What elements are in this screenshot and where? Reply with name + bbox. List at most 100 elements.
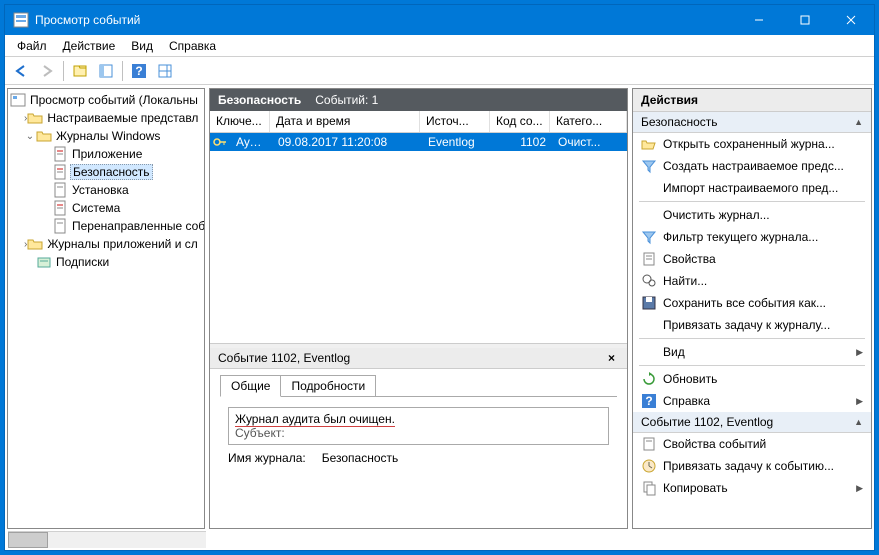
grid-body[interactable]: Ауди... 09.08.2017 11:20:08 Eventlog 110…: [210, 133, 627, 343]
action-import-custom-view[interactable]: Импорт настраиваемого пред...: [633, 177, 871, 199]
col-category[interactable]: Катего...: [550, 111, 627, 132]
action-filter-log[interactable]: Фильтр текущего журнала...: [633, 226, 871, 248]
folder-icon: [27, 236, 43, 252]
search-icon: [641, 273, 657, 289]
content-area: Просмотр событий (Локальны ›Настраиваемы…: [5, 85, 874, 531]
svg-text:?: ?: [135, 64, 142, 78]
separator: [639, 338, 865, 339]
menu-view[interactable]: Вид: [123, 37, 161, 55]
logname-label: Имя журнала:: [228, 451, 306, 465]
grid-header: Ключе... Дата и время Источ... Код со...…: [210, 111, 627, 133]
task-icon: [641, 458, 657, 474]
tab-general[interactable]: Общие: [220, 375, 281, 397]
tree-root[interactable]: Просмотр событий (Локальны: [10, 91, 202, 109]
collapse-icon[interactable]: ▲: [854, 417, 863, 427]
nav-back-button[interactable]: [9, 59, 33, 83]
separator: [639, 201, 865, 202]
center-pane: Безопасность Событий: 1 Ключе... Дата и …: [209, 88, 628, 529]
tab-content: Журнал аудита был очищен. Субъект: Имя ж…: [220, 396, 617, 475]
action-properties[interactable]: Свойства: [633, 248, 871, 270]
detail-header: Событие 1102, Eventlog ×: [210, 348, 627, 369]
action-save-all[interactable]: Сохранить все события как...: [633, 292, 871, 314]
action-view[interactable]: Вид▶: [633, 341, 871, 363]
actions-section-event[interactable]: Событие 1102, Eventlog ▲: [633, 412, 871, 433]
menu-file[interactable]: Файл: [9, 37, 55, 55]
collapse-icon[interactable]: ▲: [854, 117, 863, 127]
tree-subscriptions[interactable]: Подписки: [10, 253, 202, 271]
col-eventid[interactable]: Код со...: [490, 111, 550, 132]
show-tree-button[interactable]: [68, 59, 92, 83]
svg-text:?: ?: [645, 394, 652, 408]
col-keywords[interactable]: Ключе...: [210, 111, 270, 132]
event-list-header: Безопасность Событий: 1: [210, 89, 627, 111]
tree-custom-views[interactable]: ›Настраиваемые представл: [10, 109, 202, 127]
tree-system[interactable]: Система: [10, 199, 202, 217]
log-icon: [52, 200, 68, 216]
log-icon: [52, 182, 68, 198]
eventviewer-icon: [10, 92, 26, 108]
maximize-button[interactable]: [782, 5, 828, 35]
table-row[interactable]: Ауди... 09.08.2017 11:20:08 Eventlog 110…: [210, 133, 627, 151]
tree-security[interactable]: Безопасность: [10, 163, 202, 181]
folder-icon: [36, 128, 52, 144]
actions-title: Действия: [633, 89, 871, 112]
log-name-label: Безопасность: [218, 93, 301, 107]
scroll-thumb[interactable]: [8, 532, 48, 548]
cell-category: Очист...: [552, 135, 627, 149]
submenu-icon: ▶: [856, 347, 863, 358]
log-icon: [52, 146, 68, 162]
toggle-panel-button[interactable]: [94, 59, 118, 83]
actions-pane: Действия Безопасность ▲ Открыть сохранен…: [632, 88, 872, 529]
detail-close-button[interactable]: ×: [604, 351, 619, 365]
action-clear-log[interactable]: Очистить журнал...: [633, 204, 871, 226]
action-help[interactable]: ?Справка▶: [633, 390, 871, 412]
logname-value: Безопасность: [322, 451, 399, 465]
log-icon: [52, 218, 68, 234]
action-find[interactable]: Найти...: [633, 270, 871, 292]
tree-application[interactable]: Приложение: [10, 145, 202, 163]
main-window: Просмотр событий Файл Действие Вид Справ…: [4, 4, 875, 551]
detail-title: Событие 1102, Eventlog: [218, 351, 350, 365]
toolbar: ?: [5, 57, 874, 85]
col-source[interactable]: Источ...: [420, 111, 490, 132]
col-datetime[interactable]: Дата и время: [270, 111, 420, 132]
close-button[interactable]: [828, 5, 874, 35]
menu-help[interactable]: Справка: [161, 37, 224, 55]
event-message: Журнал аудита был очищен.: [235, 412, 395, 427]
tab-details[interactable]: Подробности: [280, 375, 376, 397]
toolbar-separator: [63, 61, 64, 81]
layout-button[interactable]: [153, 59, 177, 83]
action-refresh[interactable]: Обновить: [633, 368, 871, 390]
toolbar-separator: [122, 61, 123, 81]
folder-icon: [27, 110, 43, 126]
filter-icon: [641, 158, 657, 174]
action-copy[interactable]: Копировать▶: [633, 477, 871, 499]
menu-action[interactable]: Действие: [55, 37, 124, 55]
action-event-properties[interactable]: Свойства событий: [633, 433, 871, 455]
subject-label: Субъект:: [235, 426, 602, 440]
submenu-icon: ▶: [856, 396, 863, 407]
app-icon: [13, 12, 29, 28]
collapse-icon[interactable]: ⌄: [24, 131, 36, 142]
actions-section-security[interactable]: Безопасность ▲: [633, 112, 871, 133]
cell-eventid: 1102: [492, 135, 552, 149]
horizontal-scrollbar[interactable]: [8, 531, 206, 548]
tree-app-logs[interactable]: ›Журналы приложений и сл: [10, 235, 202, 253]
refresh-icon: [641, 371, 657, 387]
action-open-saved-log[interactable]: Открыть сохраненный журна...: [633, 133, 871, 155]
help-icon: ?: [641, 393, 657, 409]
log-icon: [52, 164, 68, 180]
tree-forwarded[interactable]: Перенаправленные соб: [10, 217, 202, 235]
folder-open-icon: [641, 136, 657, 152]
action-attach-task-log[interactable]: Привязать задачу к журналу...: [633, 314, 871, 336]
tree-install[interactable]: Установка: [10, 181, 202, 199]
minimize-button[interactable]: [736, 5, 782, 35]
help-button[interactable]: ?: [127, 59, 151, 83]
cell-datetime: 09.08.2017 11:20:08: [272, 135, 422, 149]
nav-forward-button[interactable]: [35, 59, 59, 83]
titlebar[interactable]: Просмотр событий: [5, 5, 874, 35]
action-create-custom-view[interactable]: Создать настраиваемое предс...: [633, 155, 871, 177]
tree-windows-logs[interactable]: ⌄Журналы Windows: [10, 127, 202, 145]
action-attach-task-event[interactable]: Привязать задачу к событию...: [633, 455, 871, 477]
cell-source: Eventlog: [422, 135, 492, 149]
